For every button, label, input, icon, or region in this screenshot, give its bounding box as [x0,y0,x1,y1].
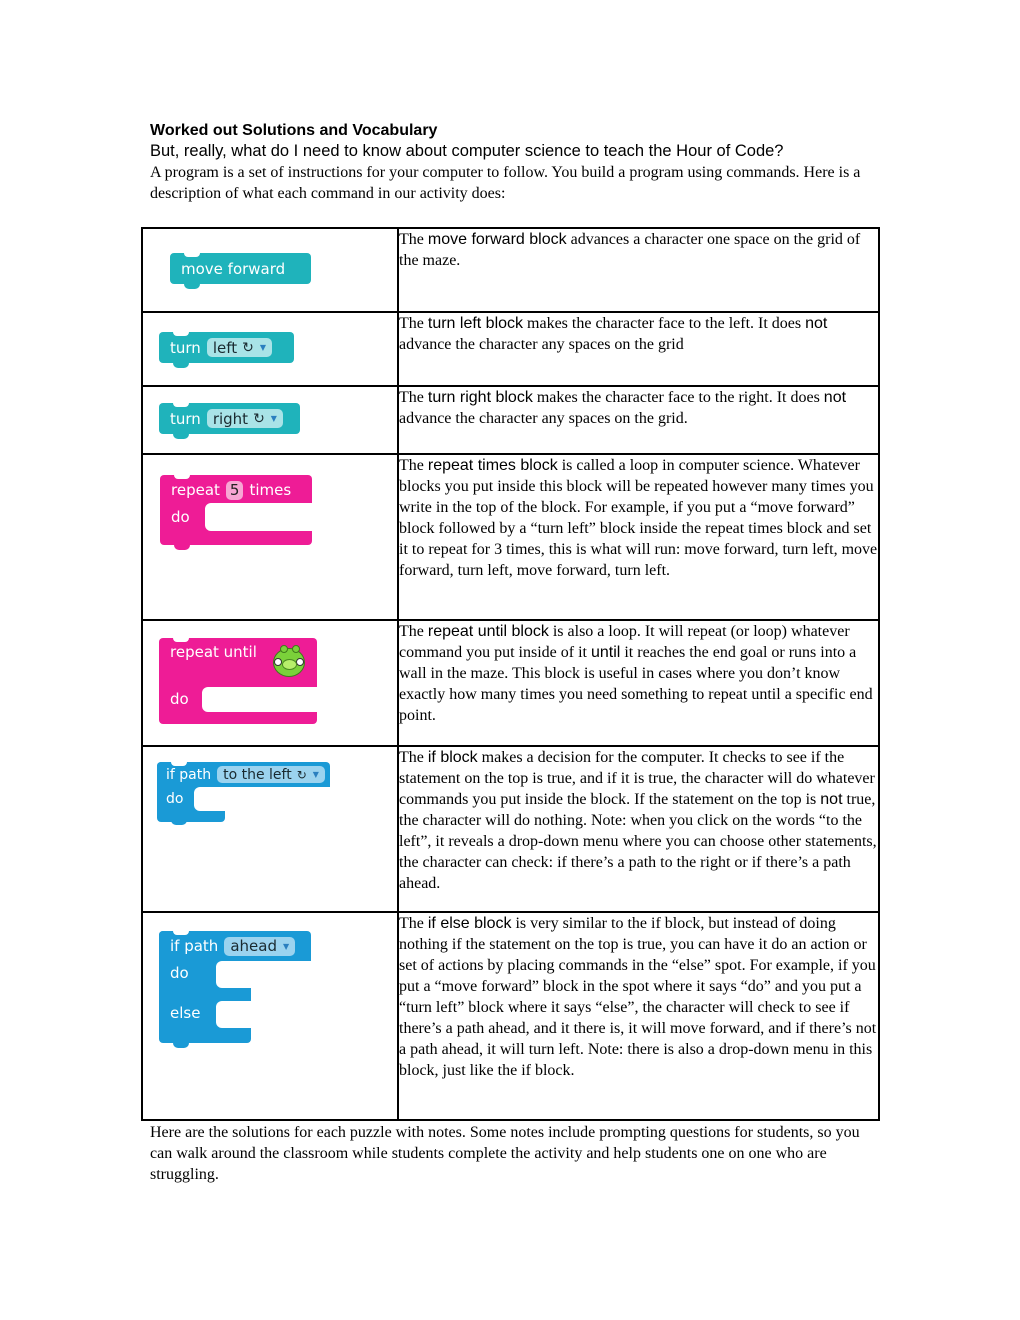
term: if else block [427,915,512,932]
dropdown-arrow-icon: ▼ [282,941,290,951]
block-label-times: times [249,481,292,499]
do-label: do [166,791,184,807]
block-image-cell: turn right ↻ ▼ [141,385,399,455]
dropdown-arrow-icon: ▼ [259,343,266,352]
pig-goal-icon [273,645,305,677]
turn-left-block: turn left ↻ ▼ [159,332,294,368]
emphasis: not [805,315,828,332]
else-label: else [170,1004,201,1022]
block-description: The move forward block advances a charac… [397,227,880,313]
outro-paragraph: Here are the solutions for each puzzle w… [150,1124,860,1183]
block-label: repeat until [170,643,257,661]
emphasis: not [820,791,843,808]
term: if block [427,749,478,766]
dropdown-arrow-icon: ▼ [312,770,319,779]
condition-dropdown[interactable]: ahead ▼ [224,936,296,956]
term: repeat until block [427,623,549,640]
rotate-left-icon: ↻ [296,767,307,782]
block-label: if path [170,937,219,955]
condition-dropdown[interactable]: to the left ↻ ▼ [217,766,325,783]
repeat-times-block: repeat 5 times do [160,475,312,550]
emphasis: until [590,644,621,661]
block-label: turn [170,409,201,428]
block-image-cell: repeat 5 times do [141,453,399,621]
direction-dropdown[interactable]: right ↻ ▼ [206,409,283,428]
do-label: do [171,508,190,526]
table-row: turn right ↻ ▼ The turn right block make… [141,385,880,455]
repeat-until-block: repeat until do [159,638,317,726]
block-image-cell: if path ahead ▼ do else [141,911,399,1121]
document-subtitle: But, really, what do I need to know abou… [150,142,784,160]
table-row: move forward The move forward block adva… [141,227,880,313]
dropdown-arrow-icon: ▼ [270,414,277,423]
table-row: repeat until do The repeat until block i… [141,619,880,747]
rotate-left-icon: ↻ [242,339,254,356]
block-description: The repeat times block is called a loop … [397,453,880,621]
term: turn left block [427,315,524,332]
block-description: The if block makes a decision for the co… [397,745,880,913]
table-row: turn left ↻ ▼ The turn left block makes … [141,311,880,387]
block-image-cell: repeat until do [141,619,399,747]
page-header: Worked out Solutions and Vocabulary But,… [150,121,880,204]
block-label: repeat [171,481,220,499]
term: move forward block [427,231,567,248]
if-path-block: if path to the left ↻ ▼ do [157,762,330,825]
block-label: if path [166,766,212,783]
term: repeat times block [427,457,558,474]
repeat-count-input[interactable]: 5 [225,480,244,500]
table-row: if path to the left ↻ ▼ do The if block … [141,745,880,913]
block-image-cell: if path to the left ↻ ▼ do [141,745,399,913]
table-row: if path ahead ▼ do else The if else bloc… [141,911,880,1121]
term: turn right block [427,389,533,406]
turn-right-block: turn right ↻ ▼ [159,403,300,439]
do-label: do [170,964,189,982]
do-label: do [170,690,189,708]
direction-dropdown[interactable]: left ↻ ▼ [206,338,272,357]
block-image-cell: turn left ↻ ▼ [141,311,399,387]
commands-table: move forward The move forward block adva… [141,227,880,1121]
emphasis: not [823,389,847,406]
block-description: The repeat until block is also a loop. I… [397,619,880,747]
rotate-right-icon: ↻ [253,410,265,427]
block-description: The turn left block makes the character … [397,311,880,387]
intro-paragraph: A program is a set of instructions for y… [150,164,861,202]
block-label: move forward [181,259,286,278]
block-label: turn [170,338,201,357]
block-description: The turn right block makes the character… [397,385,880,455]
document-title: Worked out Solutions and Vocabulary [150,122,438,139]
block-description: The if else block is very similar to the… [397,911,880,1121]
block-image-cell: move forward [141,227,399,313]
move-forward-block: move forward [170,253,311,289]
if-else-block: if path ahead ▼ do else [159,931,311,1048]
table-row: repeat 5 times do The repeat times block… [141,453,880,621]
